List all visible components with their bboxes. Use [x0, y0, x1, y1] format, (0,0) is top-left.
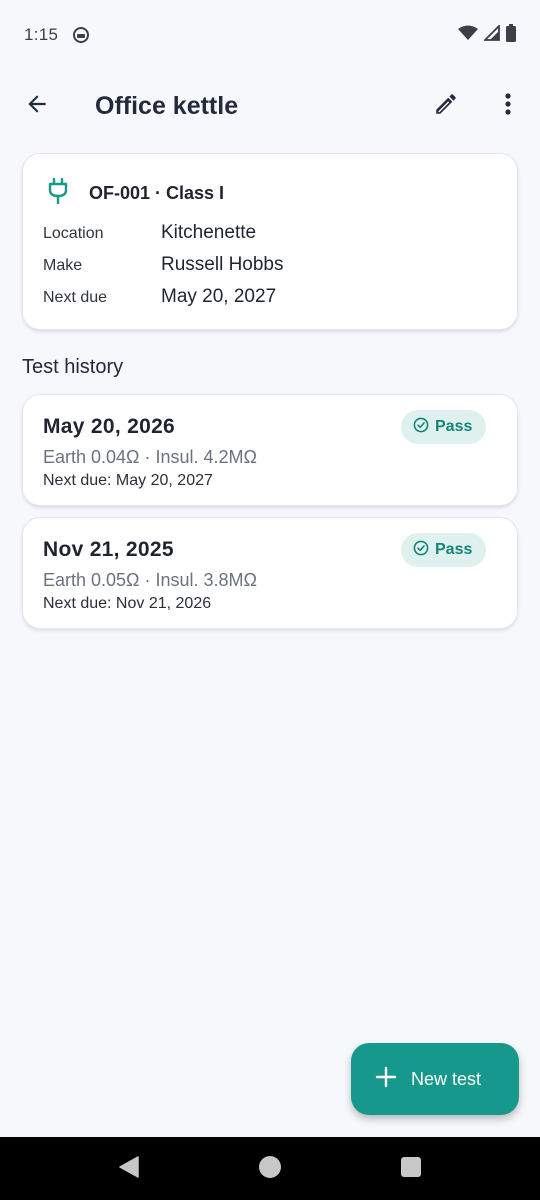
nav-home-button[interactable]: [258, 1155, 282, 1184]
check-circle-icon: [413, 417, 429, 438]
plug-icon: [47, 177, 69, 209]
test-date: Nov 21, 2025: [43, 538, 174, 561]
info-row-location: Location Kitchenette: [43, 222, 503, 244]
square-recents-icon: [400, 1156, 422, 1183]
triangle-back-icon: [118, 1155, 140, 1183]
arrow-back-icon: [24, 91, 50, 122]
info-label: Location: [43, 225, 104, 242]
back-button[interactable]: [13, 82, 61, 130]
test-measurements: Earth 0.04Ω · Insul. 4.2MΩ: [43, 447, 258, 467]
info-row-make: Make Russell Hobbs: [43, 254, 503, 276]
test-next-due: Next due: Nov 21, 2026: [43, 595, 212, 612]
status-time: 1:15: [24, 25, 59, 44]
info-value: Kitchenette: [161, 222, 257, 243]
system-navigation-bar: [0, 1137, 540, 1200]
nav-back-button[interactable]: [117, 1155, 141, 1183]
status-badge-label: Pass: [435, 541, 473, 558]
info-label: Make: [43, 257, 83, 274]
status-bar: 1:15: [0, 0, 540, 70]
info-label: Next due: [43, 289, 108, 306]
edit-button[interactable]: [422, 82, 470, 130]
circle-home-icon: [258, 1155, 282, 1184]
top-app-bar: Office kettle: [0, 70, 540, 142]
app-notification-icon: [72, 26, 90, 44]
history-card[interactable]: Nov 21, 2025 Pass Earth 0.05Ω · Insul. 3…: [22, 517, 518, 629]
new-test-label: New test: [411, 1068, 482, 1089]
asset-summary-card: OF-001 · Class I Location Kitchenette Ma…: [22, 153, 518, 330]
battery-icon: [506, 23, 516, 47]
status-badge-label: Pass: [435, 418, 473, 435]
status-icons: [458, 23, 516, 47]
status-badge: Pass: [401, 410, 487, 444]
plus-icon: [375, 1066, 397, 1093]
section-title: Test history: [22, 356, 124, 378]
nav-recents-button[interactable]: [399, 1156, 423, 1183]
info-value: Russell Hobbs: [161, 254, 284, 275]
pencil-icon: [433, 91, 459, 122]
test-next-due: Next due: May 20, 2027: [43, 472, 213, 489]
info-value: May 20, 2027: [161, 286, 277, 307]
more-options-button[interactable]: [484, 82, 532, 130]
info-row-next-due: Next due May 20, 2027: [43, 286, 503, 308]
wifi-icon: [458, 25, 478, 46]
cell-signal-icon: [482, 23, 500, 46]
test-date: May 20, 2026: [43, 415, 176, 438]
more-vert-icon: [505, 92, 511, 121]
asset-header: OF-001 · Class I: [47, 177, 225, 209]
asset-id-class: OF-001 · Class I: [89, 183, 225, 203]
new-test-button[interactable]: New test: [351, 1043, 519, 1115]
page-title: Office kettle: [95, 91, 239, 120]
history-card[interactable]: May 20, 2026 Pass Earth 0.04Ω · Insul. 4…: [22, 394, 518, 506]
check-circle-icon: [413, 540, 429, 561]
test-measurements: Earth 0.05Ω · Insul. 3.8MΩ: [43, 570, 258, 590]
status-badge: Pass: [401, 533, 487, 567]
